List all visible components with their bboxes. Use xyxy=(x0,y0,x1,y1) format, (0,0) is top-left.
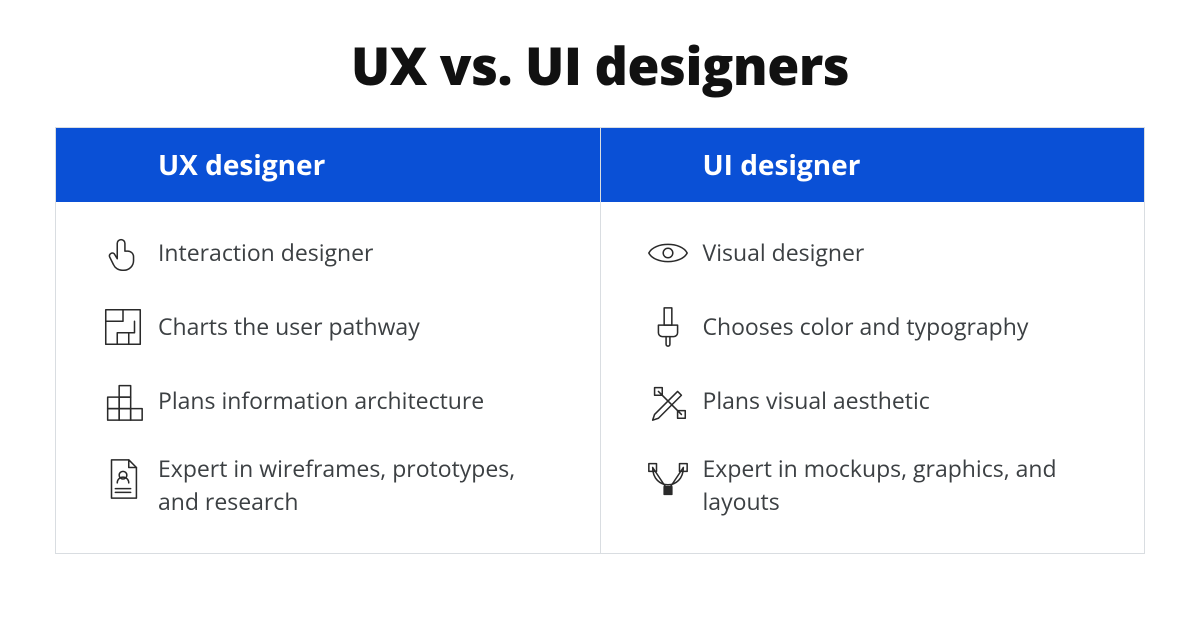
list-item-label: Expert in wireframes, prototypes, and re… xyxy=(158,452,538,519)
list-item-label: Chooses color and typography xyxy=(703,310,1029,343)
ux-column-header: UX designer xyxy=(56,128,600,202)
list-item: Plans visual aesthetic xyxy=(633,378,1105,424)
list-item-label: Plans information architecture xyxy=(158,384,484,417)
ui-column: UI designer Visual designer xyxy=(601,128,1145,553)
document-icon xyxy=(88,452,158,502)
tools-icon xyxy=(633,378,703,424)
comparison-diagram: UX vs. UI designers UX designer Interact… xyxy=(0,0,1200,628)
maze-icon xyxy=(88,304,158,350)
list-item: Visual designer xyxy=(633,230,1105,276)
list-item: Charts the user pathway xyxy=(88,304,560,350)
ui-column-header: UI designer xyxy=(601,128,1145,202)
brush-icon xyxy=(633,304,703,350)
list-item: Expert in wireframes, prototypes, and re… xyxy=(88,452,560,519)
list-item: Expert in mockups, graphics, and layouts xyxy=(633,452,1105,519)
ux-column: UX designer Interaction designer xyxy=(56,128,601,553)
list-item-label: Expert in mockups, graphics, and layouts xyxy=(703,452,1083,519)
list-item: Interaction designer xyxy=(88,230,560,276)
pointer-icon xyxy=(88,230,158,276)
list-item-label: Charts the user pathway xyxy=(158,310,420,343)
list-item-label: Visual designer xyxy=(703,236,865,269)
list-item-label: Interaction designer xyxy=(158,236,373,269)
ui-column-body: Visual designer Chooses color and typogr… xyxy=(601,202,1145,553)
page-title: UX vs. UI designers xyxy=(0,30,1200,101)
eye-icon xyxy=(633,230,703,276)
blocks-icon xyxy=(88,378,158,424)
comparison-table: UX designer Interaction designer xyxy=(55,127,1145,554)
list-item: Chooses color and typography xyxy=(633,304,1105,350)
vector-icon xyxy=(633,452,703,502)
list-item-label: Plans visual aesthetic xyxy=(703,384,930,417)
ux-column-body: Interaction designer Charts the user pat… xyxy=(56,202,600,553)
list-item: Plans information architecture xyxy=(88,378,560,424)
